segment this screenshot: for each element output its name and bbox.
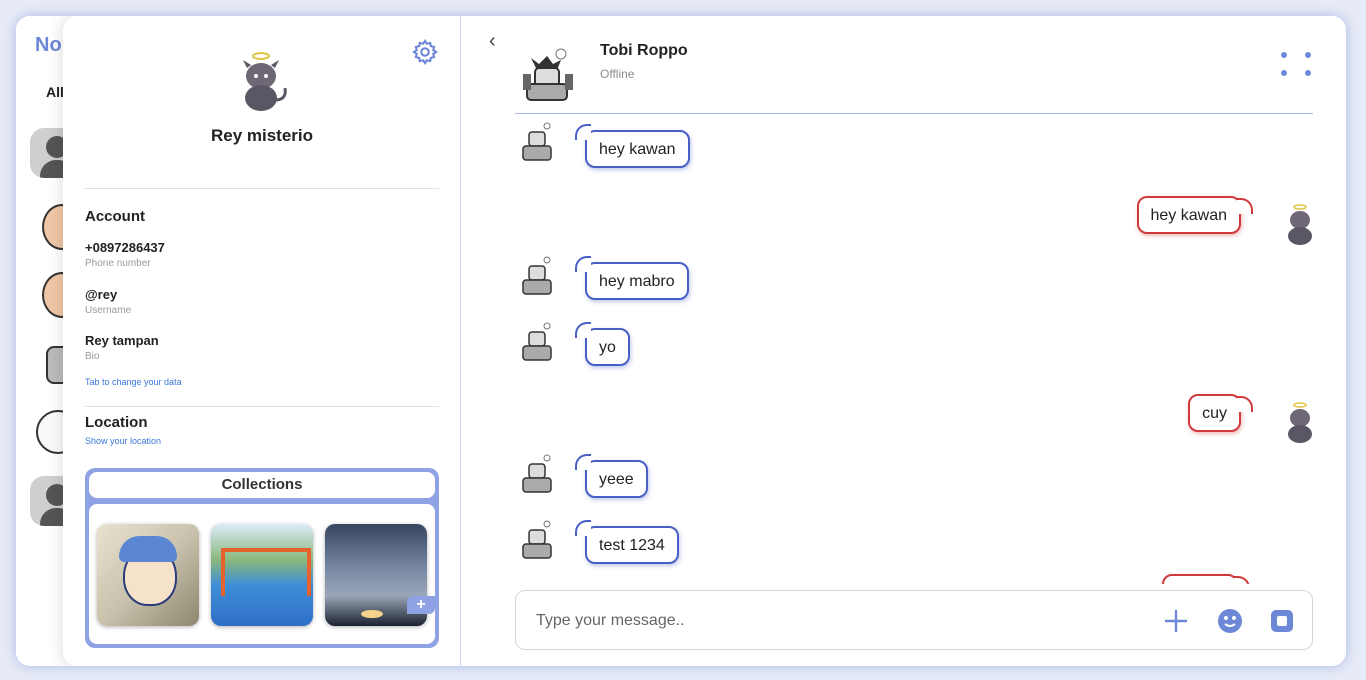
message-bubble[interactable]: yo [575,322,630,366]
chat-list-title: No [35,34,62,56]
message-bubble[interactable] [1162,574,1250,584]
outgoing-message: cuy [1188,394,1253,432]
message-list[interactable]: hey kawan hey kawan hey mabro yo cuy yee… [461,114,1346,584]
incoming-message: test 1234 [575,520,679,564]
contact-avatar [522,256,552,295]
message-composer [515,590,1313,650]
message-bubble[interactable]: test 1234 [575,520,679,564]
back-chevron-icon[interactable]: ‹ [489,30,496,53]
message-bubble[interactable]: hey kawan [1136,196,1253,234]
message-bubble[interactable]: cuy [1188,394,1253,432]
phone-value: +0897286437 [85,240,165,255]
divider [85,188,439,189]
collection-photo[interactable] [97,524,199,626]
username-value: @rey [85,287,118,302]
bio-value: Rey tampan [85,333,159,348]
collections-title: Collections [89,472,435,498]
contact-avatar [522,122,552,161]
outgoing-message [1162,574,1250,584]
account-section-title: Account [85,208,145,225]
profile-avatar [1288,402,1312,443]
show-location-link[interactable]: Show your location [85,436,161,446]
plus-icon[interactable] [1162,607,1190,635]
more-options-icon[interactable] [1281,50,1315,84]
contact-avatar [522,520,552,559]
message-input[interactable] [536,609,1096,633]
add-collection-button[interactable]: + [407,596,435,614]
contact-avatar [522,322,552,361]
contact-status: Offline [600,67,635,81]
outgoing-message: hey kawan [1136,196,1253,234]
change-data-link[interactable]: Tab to change your data [85,377,182,387]
gear-icon[interactable] [411,38,439,66]
bio-label: Bio [85,351,100,362]
collections-grid [89,504,435,644]
profile-name: Rey misterio [210,126,314,145]
profile-avatar [1288,204,1312,245]
collections-panel: Collections + [85,468,439,648]
incoming-message: yeee [575,454,648,498]
emoji-icon[interactable] [1216,607,1244,635]
profile-panel: Rey misterio Account +0897286437 Phone n… [63,16,461,666]
incoming-message: hey kawan [575,124,690,168]
username-label: Username [85,305,132,316]
contact-name: Tobi Roppo [600,42,688,59]
profile-avatar[interactable] [235,50,291,114]
location-section-title: Location [85,414,148,431]
contact-avatar [522,454,552,493]
camera-icon[interactable] [1268,607,1296,635]
message-bubble[interactable]: hey mabro [575,256,689,300]
incoming-message: hey mabro [575,256,689,300]
phone-label: Phone number [85,258,151,269]
app-window: No All Rey misterio Account +0897286437 … [16,16,1346,666]
incoming-message: yo [575,322,630,366]
contact-avatar[interactable] [517,44,577,104]
message-bubble[interactable]: yeee [575,454,648,498]
collection-photo[interactable] [211,524,313,626]
filter-all-tab[interactable]: All [46,84,64,100]
chat-panel: ‹ Tobi Roppo Offline hey kawan hey kawan [461,16,1346,666]
divider [85,406,439,407]
message-bubble[interactable]: hey kawan [575,124,690,168]
